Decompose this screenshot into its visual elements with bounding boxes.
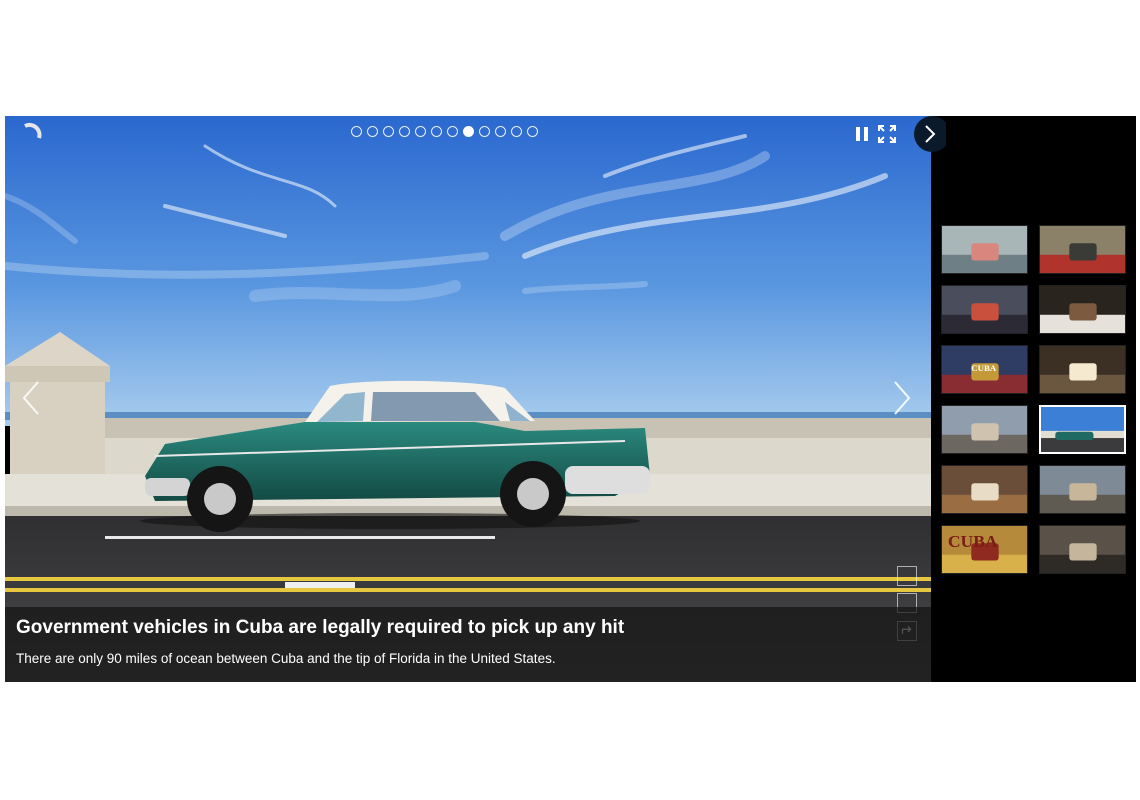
slideshow-gallery: Government vehicles in Cuba are legally … <box>5 116 1136 682</box>
slide-pagination <box>351 126 538 137</box>
slide-stage: Government vehicles in Cuba are legally … <box>5 116 931 682</box>
slide-dot[interactable] <box>447 126 458 137</box>
caption-title: Government vehicles in Cuba are legally … <box>16 617 625 638</box>
thumbnail-image <box>1040 466 1125 513</box>
thumbnail[interactable] <box>941 225 1028 274</box>
slide-dot[interactable] <box>527 126 538 137</box>
thumbnail-image <box>942 466 1027 513</box>
thumbnail[interactable] <box>1039 285 1126 334</box>
thumbnail-image: CUBA <box>942 346 1027 393</box>
slide-dot[interactable] <box>367 126 378 137</box>
slide-dot[interactable] <box>463 126 474 137</box>
slide-dot[interactable] <box>399 126 410 137</box>
slide-dot[interactable] <box>511 126 522 137</box>
thumbnail-image <box>1040 346 1125 393</box>
slide-dot[interactable] <box>431 126 442 137</box>
side-button-1[interactable] <box>897 566 917 586</box>
prev-slide-button[interactable] <box>21 380 41 416</box>
thumbnail[interactable] <box>1039 465 1126 514</box>
thumbnail[interactable] <box>941 405 1028 454</box>
thumbnail-image <box>1041 407 1124 452</box>
pause-icon[interactable] <box>855 126 869 142</box>
slide-dot[interactable] <box>383 126 394 137</box>
thumbnail[interactable] <box>941 465 1028 514</box>
next-slide-button[interactable] <box>892 380 912 416</box>
thumbnail[interactable] <box>941 285 1028 334</box>
caption-description: There are only 90 miles of ocean between… <box>16 651 556 666</box>
chevron-right-icon[interactable] <box>910 116 946 152</box>
thumbnail-image <box>1040 226 1125 273</box>
fullscreen-icon[interactable] <box>878 125 896 143</box>
slide-image <box>5 116 931 682</box>
thumbnail[interactable] <box>1039 405 1126 454</box>
thumbnail-image: CUBA <box>942 526 1027 573</box>
thumbnail-image <box>942 226 1027 273</box>
slide-caption: Government vehicles in Cuba are legally … <box>5 607 931 682</box>
slide-dot[interactable] <box>415 126 426 137</box>
spinner-icon <box>24 122 42 139</box>
slide-dot[interactable] <box>479 126 490 137</box>
slide-dot[interactable] <box>351 126 362 137</box>
thumbnail[interactable] <box>1039 225 1126 274</box>
thumbnail[interactable]: CUBA <box>941 345 1028 394</box>
thumbnail[interactable]: CUBA <box>941 525 1028 574</box>
svg-text:CUBA: CUBA <box>948 531 998 551</box>
slide-dot[interactable] <box>495 126 506 137</box>
thumbnail-image <box>1040 526 1125 573</box>
thumbnail-image <box>942 406 1027 453</box>
thumbnail-image <box>942 286 1027 333</box>
thumbnail[interactable] <box>1039 345 1126 394</box>
svg-text:CUBA: CUBA <box>971 363 997 373</box>
thumbnail-image <box>1040 286 1125 333</box>
thumbnail[interactable] <box>1039 525 1126 574</box>
